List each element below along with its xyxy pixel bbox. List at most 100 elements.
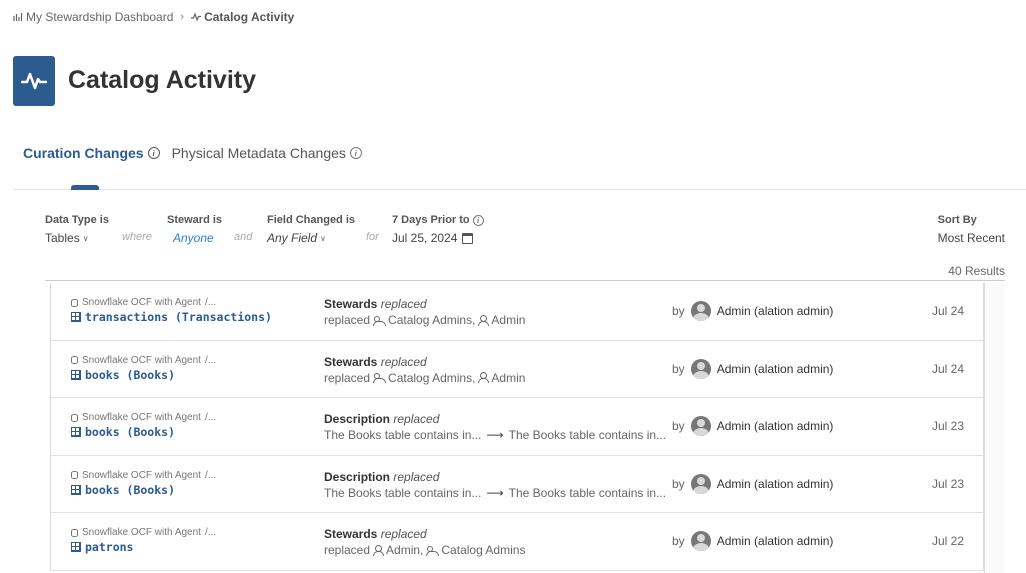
list-item[interactable]: Snowflake OCF with Agent /... books (Boo… (51, 398, 983, 456)
table-name[interactable]: books (Books) (85, 425, 175, 439)
info-icon[interactable]: i (472, 214, 484, 226)
source-path[interactable]: Snowflake OCF with Agent /... (71, 297, 216, 308)
active-tab-marker (71, 185, 99, 190)
change-verb: replaced (393, 469, 440, 484)
breadcrumb-parent[interactable]: My Stewardship Dashboard (13, 10, 173, 24)
change-verb: replaced (380, 297, 427, 311)
change-detail: replaced Catalog Admins, Admin (324, 371, 525, 385)
steward-selector[interactable]: Anyone (173, 231, 222, 245)
sort-dropdown[interactable]: Most Recent (938, 231, 1005, 245)
info-icon[interactable]: i (349, 147, 362, 159)
change-detail: The Books table contains in... ⟶ The Boo… (324, 486, 666, 500)
source-name[interactable]: Snowflake OCF with Agent (82, 527, 201, 538)
source-path[interactable]: Snowflake OCF with Agent /... (71, 470, 216, 481)
sort-control[interactable]: Sort By Most Recent (938, 214, 1005, 245)
by-label: by (672, 534, 685, 548)
source-name[interactable]: Snowflake OCF with Agent (82, 412, 201, 423)
table-name[interactable]: patrons (85, 540, 133, 554)
sort-value[interactable]: Most Recent (938, 231, 1005, 245)
detail-prefix: replaced (324, 370, 371, 385)
activity-icon (191, 12, 202, 22)
table-name[interactable]: books (Books) (85, 483, 175, 497)
source-name[interactable]: Snowflake OCF with Agent (82, 355, 201, 366)
tab-curation-changes[interactable]: Curation Changes i (23, 145, 160, 161)
breadcrumb-current: Catalog Activity (191, 10, 294, 24)
list-item[interactable]: Snowflake OCF with Agent /... books (Boo… (51, 456, 983, 513)
table-name[interactable]: transactions (Transactions) (85, 310, 272, 324)
filter-conjunction: and (234, 231, 253, 243)
calendar-icon[interactable] (462, 232, 474, 244)
scrollbar[interactable] (984, 283, 1005, 573)
tab-physical-metadata-changes[interactable]: Physical Metadata Changes i (172, 145, 362, 161)
list-item[interactable]: Snowflake OCF with Agent /... patrons St… (51, 513, 983, 571)
group-icon (426, 545, 440, 556)
tab-label[interactable]: Physical Metadata Changes (172, 145, 346, 161)
breadcrumb-parent-label[interactable]: My Stewardship Dashboard (26, 10, 173, 24)
filter-date[interactable]: 7 Days Prior to i Jul 25, 2024 (392, 214, 484, 245)
change-summary: Stewards replaced (324, 527, 427, 541)
source-name[interactable]: Snowflake OCF with Agent (82, 297, 201, 308)
filter-value[interactable]: Jul 25, 2024 (392, 231, 457, 245)
field-dropdown[interactable]: Any Field ∨ (267, 231, 355, 245)
filter-value[interactable]: Anyone (173, 231, 214, 245)
user-icon (478, 372, 490, 383)
table-icon (71, 427, 81, 437)
list-item[interactable]: Snowflake OCF with Agent /... transactio… (51, 283, 983, 341)
detail-prefix: replaced (324, 543, 371, 557)
table-link[interactable]: books (Books) (71, 425, 175, 439)
change-date: Jul 24 (931, 304, 964, 318)
avatar[interactable] (690, 358, 711, 379)
field-name: Stewards (324, 354, 378, 369)
change-summary: Stewards replaced (324, 297, 427, 311)
info-icon[interactable]: i (147, 147, 160, 159)
arrow-right-icon: ⟶ (486, 485, 504, 500)
source-path[interactable]: Snowflake OCF with Agent /... (71, 527, 216, 538)
filter-field-changed[interactable]: Field Changed is Any Field ∨ (267, 214, 355, 245)
arrow-right-icon: ⟶ (486, 428, 504, 442)
avatar[interactable] (690, 416, 711, 436)
user-name[interactable]: Admin (alation admin) (717, 362, 834, 376)
filter-value[interactable]: Any Field (267, 231, 317, 245)
group-icon (373, 372, 387, 383)
activity-list: Snowflake OCF with Agent /... transactio… (50, 283, 984, 571)
avatar[interactable] (690, 531, 711, 551)
user-name[interactable]: Admin (alation admin) (717, 304, 834, 318)
change-date: Jul 23 (931, 419, 964, 433)
date-picker[interactable]: Jul 25, 2024 (392, 231, 484, 245)
filter-value[interactable]: Tables (45, 231, 80, 245)
changed-by: by Admin (alation admin) (672, 416, 833, 436)
source-path[interactable]: Snowflake OCF with Agent /... (71, 412, 216, 423)
avatar[interactable] (690, 301, 711, 321)
chevron-down-icon: ∨ (82, 233, 89, 243)
filter-steward[interactable]: Steward is Anyone (167, 214, 222, 245)
user-name[interactable]: Admin (alation admin) (717, 419, 834, 433)
table-link[interactable]: books (Books) (71, 368, 175, 382)
source-separator: /... (204, 469, 217, 481)
list-divider (45, 280, 1005, 281)
data-type-dropdown[interactable]: Tables ∨ (45, 231, 109, 245)
source-name[interactable]: Snowflake OCF with Agent (82, 470, 201, 481)
group-icon (373, 315, 387, 326)
list-item[interactable]: Snowflake OCF with Agent /... books (Boo… (51, 341, 983, 398)
user-name[interactable]: Admin (alation admin) (717, 477, 834, 491)
tab-divider (13, 189, 1026, 190)
tab-label[interactable]: Curation Changes (23, 145, 144, 161)
chevron-down-icon: ∨ (320, 233, 326, 243)
change-verb: replaced (380, 354, 427, 369)
by-label: by (672, 476, 685, 491)
source-separator: /... (204, 354, 217, 366)
field-name: Stewards (324, 527, 378, 541)
by-label: by (672, 361, 685, 376)
filter-data-type[interactable]: Data Type is Tables ∨ (45, 214, 109, 245)
table-name[interactable]: books (Books) (85, 368, 175, 382)
table-link[interactable]: books (Books) (71, 483, 175, 497)
breadcrumb-current-label: Catalog Activity (204, 10, 295, 24)
user-name[interactable]: Admin (alation admin) (717, 534, 834, 548)
table-link[interactable]: patrons (71, 540, 133, 554)
table-link[interactable]: transactions (Transactions) (71, 310, 272, 324)
avatar[interactable] (690, 473, 711, 494)
detail-value: Admin, (386, 543, 424, 557)
source-path[interactable]: Snowflake OCF with Agent /... (71, 355, 216, 366)
database-icon (71, 413, 78, 422)
filter-label: Data Type is (45, 214, 109, 226)
